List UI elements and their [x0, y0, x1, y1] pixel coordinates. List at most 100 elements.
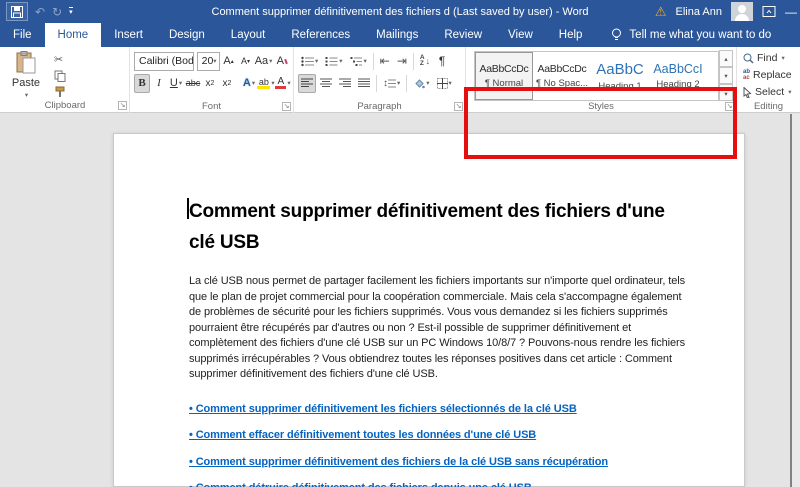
- document-paragraph: La clé USB nous permet de partager facil…: [189, 274, 744, 383]
- paste-dropdown-icon[interactable]: ▾: [25, 91, 28, 99]
- styles-more-button[interactable]: ▾: [719, 84, 733, 101]
- line-spacing-dropdown-icon: ▾: [397, 80, 401, 87]
- sort-button[interactable]: AZ ↓: [417, 52, 433, 71]
- tell-me-box[interactable]: Tell me what you want to do: [611, 23, 771, 47]
- save-button[interactable]: [6, 2, 28, 21]
- decrease-indent-button[interactable]: ⇤: [377, 52, 393, 71]
- multilevel-list-button[interactable]: ▾: [347, 52, 370, 71]
- paste-icon: [16, 51, 36, 74]
- shrink-font-button[interactable]: A ▾: [238, 52, 254, 71]
- align-right-button[interactable]: [336, 74, 354, 93]
- tab-references[interactable]: References: [278, 23, 363, 47]
- titlebar-right: ⚠ Elina Ann —: [655, 2, 800, 21]
- font-color-button[interactable]: A ▾: [275, 74, 291, 93]
- bullets-icon: [301, 56, 314, 66]
- account-name[interactable]: Elina Ann: [676, 6, 722, 18]
- body-line: supprimés irrécupérables ? Vous obtiendr…: [189, 352, 672, 365]
- borders-button[interactable]: ▾: [434, 74, 455, 93]
- change-case-button[interactable]: Aa ▾: [255, 52, 273, 71]
- line-spacing-button[interactable]: ↕ ▾: [380, 74, 403, 93]
- avatar[interactable]: [731, 2, 753, 21]
- align-center-icon: [320, 78, 332, 87]
- paste-button[interactable]: Paste ▾: [4, 50, 48, 100]
- font-name-select[interactable]: Calibri (Body) ▾: [134, 51, 194, 71]
- body-line: pourraient être récupérés par d'autres o…: [189, 321, 632, 334]
- style-heading1[interactable]: AaBbC Heading 1: [591, 52, 649, 100]
- replace-button[interactable]: ab ac Replace: [743, 67, 797, 83]
- increase-indent-button[interactable]: ⇥: [394, 52, 410, 71]
- tab-review[interactable]: Review: [431, 23, 495, 47]
- ribbon-display-options-icon[interactable]: [762, 6, 776, 17]
- styles-scroll-down-button[interactable]: ▾: [719, 67, 733, 84]
- select-button[interactable]: Select ▾: [743, 84, 797, 100]
- warning-icon[interactable]: ⚠: [655, 5, 667, 18]
- style-no-spacing[interactable]: AaBbCcDc ¶ No Spac...: [533, 52, 591, 100]
- styles-scroll-up-button[interactable]: ▴: [719, 50, 733, 67]
- sort-arrow-icon: ↓: [425, 56, 431, 66]
- redo-icon[interactable]: ↻: [52, 6, 62, 18]
- superscript-button[interactable]: x2: [219, 74, 235, 93]
- highlight-color-button[interactable]: ab ▾: [257, 74, 275, 93]
- find-button[interactable]: Find ▾: [743, 50, 797, 66]
- link-delete-selected-files[interactable]: • Comment supprimer définitivement les f…: [189, 403, 744, 415]
- link-delete-without-recovery[interactable]: • Comment supprimer définitivement des f…: [189, 456, 744, 468]
- style-heading1-preview: AaBbC: [596, 60, 644, 78]
- underline-icon: U: [169, 77, 178, 89]
- more-arrow-icon: ▾: [724, 90, 728, 98]
- format-painter-button[interactable]: [54, 86, 66, 99]
- more-bar: [722, 87, 730, 89]
- undo-icon[interactable]: ↶: [35, 6, 45, 18]
- borders-icon: [436, 77, 448, 89]
- replace-icon: ab ac: [743, 69, 750, 81]
- numbering-dropdown-icon: ▾: [339, 58, 343, 65]
- link-erase-all-data[interactable]: • Comment effacer définitivement toutes …: [189, 429, 744, 441]
- tab-insert[interactable]: Insert: [101, 23, 156, 47]
- justify-icon: [358, 78, 370, 87]
- paragraph-dialog-launcher[interactable]: ↘: [454, 102, 463, 111]
- style-heading2[interactable]: AaBbCcI Heading 2: [649, 52, 707, 100]
- underline-button[interactable]: U ▾: [168, 74, 184, 93]
- italic-button[interactable]: I: [151, 74, 167, 93]
- minimize-icon[interactable]: —: [785, 5, 797, 19]
- document-page[interactable]: Comment supprimer définitivement des fic…: [113, 133, 745, 487]
- document-area: Comment supprimer définitivement des fic…: [0, 114, 800, 487]
- cut-button[interactable]: ✂: [54, 53, 66, 66]
- style-normal[interactable]: AaBbCcDc ¶ Normal: [475, 52, 533, 100]
- justify-button[interactable]: [355, 74, 373, 93]
- scroll-down-icon: ▾: [724, 72, 728, 80]
- styles-dialog-launcher[interactable]: ↘: [725, 102, 734, 111]
- bold-button[interactable]: B: [134, 73, 150, 93]
- replace-label: Replace: [753, 69, 792, 81]
- customize-qat-icon[interactable]: ▾: [69, 7, 73, 16]
- copy-button[interactable]: [54, 69, 66, 82]
- tab-design[interactable]: Design: [156, 23, 218, 47]
- tab-help[interactable]: Help: [546, 23, 596, 47]
- tab-home[interactable]: Home: [44, 23, 102, 47]
- clear-formatting-button[interactable]: A: [274, 52, 290, 71]
- tab-file[interactable]: File: [0, 23, 45, 47]
- font-size-select[interactable]: 20 ▾: [196, 51, 220, 71]
- bullets-button[interactable]: ▾: [298, 52, 321, 71]
- link-destroy-files[interactable]: • Comment détruire définitivement des fi…: [189, 482, 744, 487]
- tab-layout[interactable]: Layout: [218, 23, 279, 47]
- align-center-button[interactable]: [317, 74, 335, 93]
- lightbulb-icon: [612, 28, 622, 40]
- tab-mailings[interactable]: Mailings: [363, 23, 431, 47]
- tab-view[interactable]: View: [495, 23, 546, 47]
- scrollbar-track[interactable]: [790, 114, 800, 487]
- font-dialog-launcher[interactable]: ↘: [282, 102, 291, 111]
- style-normal-name: ¶ Normal: [484, 78, 524, 89]
- show-formatting-button[interactable]: ¶: [434, 52, 450, 71]
- strikethrough-button[interactable]: abc: [185, 74, 201, 93]
- numbering-button[interactable]: ▾: [322, 52, 345, 71]
- avatar-head: [738, 5, 746, 13]
- align-left-button[interactable]: [298, 73, 316, 93]
- style-heading1-name: Heading 1: [598, 80, 642, 92]
- shading-button[interactable]: ▾: [410, 74, 432, 93]
- subscript-button[interactable]: x2: [202, 74, 218, 93]
- shading-dropdown-icon: ▾: [426, 80, 430, 87]
- change-case-dropdown-icon: ▾: [269, 58, 273, 65]
- grow-font-button[interactable]: A ▴: [221, 52, 237, 71]
- clipboard-dialog-launcher[interactable]: ↘: [118, 101, 127, 110]
- text-effects-button[interactable]: A ▾: [241, 74, 257, 93]
